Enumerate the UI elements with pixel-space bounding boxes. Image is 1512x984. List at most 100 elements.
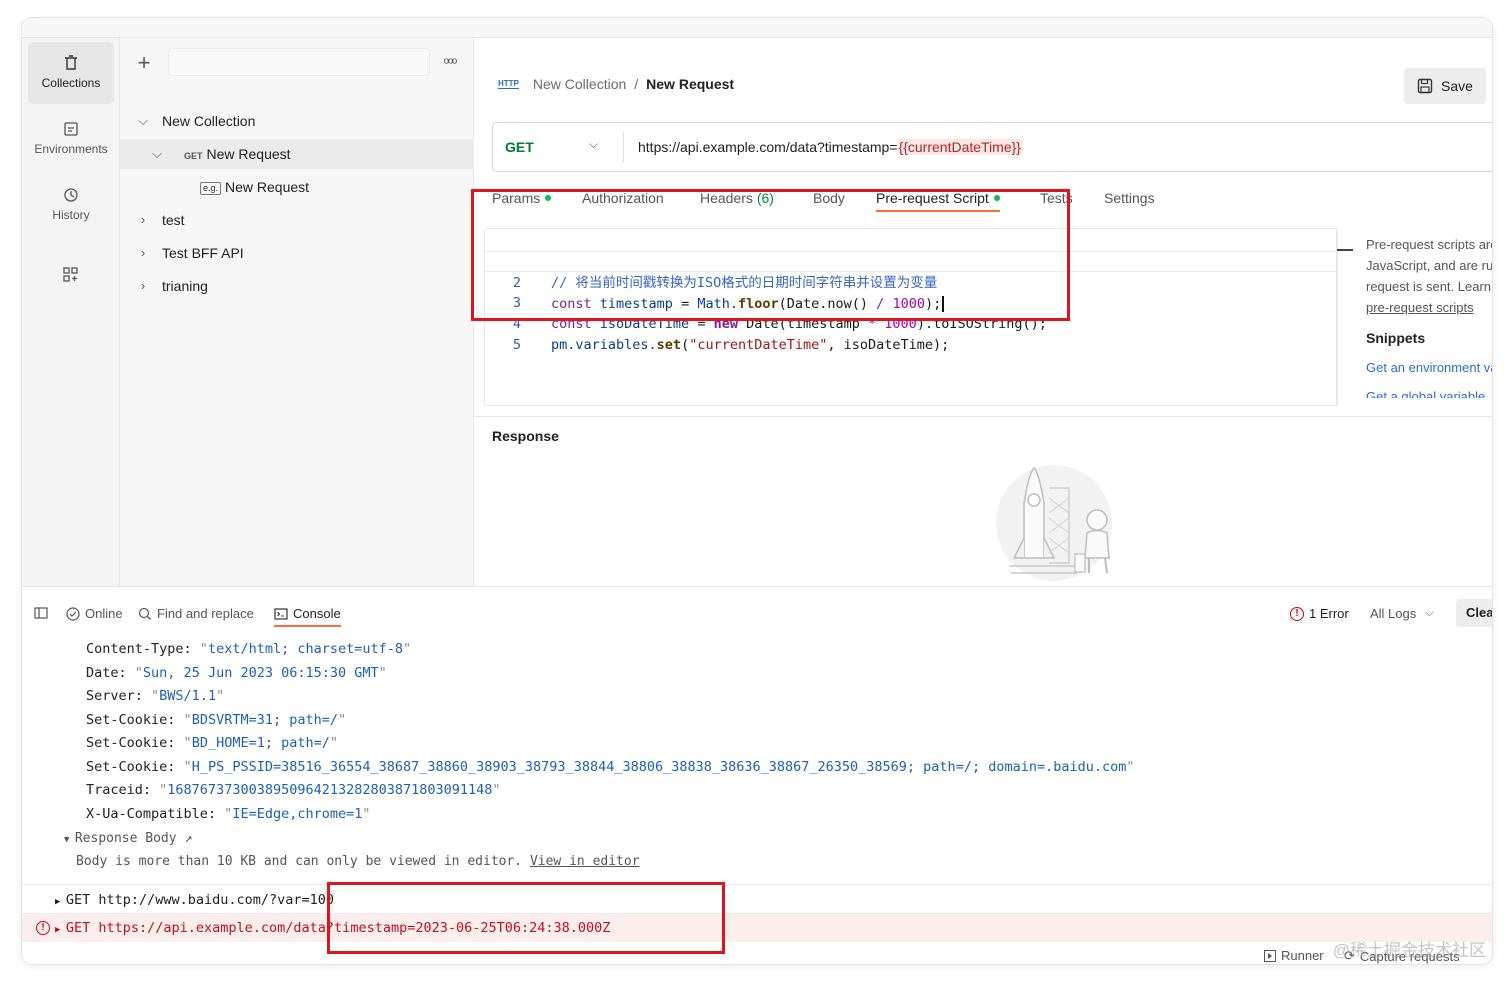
- view-in-editor-link[interactable]: View in editor: [530, 854, 640, 869]
- tree-collection-test-bff-api[interactable]: › Test BFF API: [120, 238, 474, 268]
- triangle-down-icon: ▼: [64, 835, 75, 845]
- response-body-toggle[interactable]: ▼ Response Body ↗: [22, 827, 1492, 850]
- toggle-sidebar-icon[interactable]: [34, 606, 48, 620]
- tree-label: Test BFF API: [162, 245, 244, 261]
- header-value: BDSVRTM=31; path=/: [191, 712, 338, 728]
- clear-button[interactable]: Clear: [1456, 599, 1492, 627]
- log-header-line: Server: "BWS/1.1": [22, 685, 1492, 708]
- external-link-icon: ↗: [184, 831, 193, 846]
- log-header-line: Set-Cookie: "BD_HOME=1; path=/": [22, 732, 1492, 755]
- header-key: Set-Cookie:: [86, 759, 184, 775]
- tree-label: New Request: [225, 179, 310, 195]
- error-count-badge[interactable]: ! 1 Error: [1290, 606, 1349, 621]
- line-number: 5: [512, 337, 522, 353]
- editor-scroll-marker: [1337, 249, 1353, 251]
- tree-label: New Request: [206, 146, 291, 162]
- log-separator: [22, 884, 1492, 885]
- console-label: Console: [293, 606, 341, 621]
- chevron-down-icon: ⌵: [138, 113, 148, 128]
- more-options-icon[interactable]: ººº: [438, 52, 462, 76]
- response-divider[interactable]: [474, 416, 1492, 417]
- rail-collections[interactable]: Collections: [28, 42, 114, 104]
- tree-request-new-request[interactable]: ⌵ GET New Request: [120, 139, 474, 169]
- log-level-label: All Logs: [1370, 606, 1417, 621]
- triangle-right-icon: ▶: [55, 897, 66, 907]
- console-icon: [274, 607, 288, 620]
- url-variable: {{currentDateTime}}: [897, 139, 1022, 155]
- url-input[interactable]: https://api.example.com/data?timestamp={…: [638, 139, 1022, 155]
- save-button[interactable]: Save: [1404, 68, 1486, 104]
- add-icon[interactable]: +: [132, 52, 156, 76]
- collections-sidebar: + ☰ ººº ⌵ New Collection ⌵ GETNew Reques…: [120, 38, 474, 586]
- tab-label: Settings: [1104, 190, 1155, 206]
- log-entry-request[interactable]: ▶ GET http://www.baidu.com/?var=100: [22, 889, 1492, 912]
- error-icon: !: [1290, 606, 1304, 621]
- tab-settings[interactable]: Settings: [1104, 190, 1155, 206]
- breadcrumb-collection[interactable]: New Collection: [533, 76, 626, 92]
- find-replace-label: Find and replace: [157, 606, 254, 621]
- header-key: X-Ua-Compatible:: [86, 806, 225, 822]
- tree-collection-new-collection[interactable]: ⌵ New Collection: [120, 106, 474, 136]
- header-value: Sun, 25 Jun 2023 06:15:30 GMT: [142, 665, 379, 681]
- check-circle-icon: [66, 606, 80, 621]
- url-divider: [623, 131, 624, 163]
- chevron-down-icon: ⌵: [152, 146, 162, 161]
- chevron-right-icon: ›: [140, 278, 146, 293]
- status-bar: Runner ⟳ Capture requests: [22, 946, 1492, 964]
- rail-collections-label: Collections: [41, 76, 101, 90]
- environment-icon: [64, 122, 78, 136]
- help-link[interactable]: pre-request scripts: [1366, 297, 1492, 318]
- chevron-down-icon: ⌵: [1425, 607, 1434, 619]
- method-select[interactable]: GET: [505, 139, 534, 155]
- header-key: Traceid:: [86, 782, 160, 798]
- tree-example-new-request[interactable]: e.g. New Request: [120, 172, 474, 202]
- highlight-box-script: [471, 189, 1070, 321]
- grid-add-icon: [63, 267, 78, 282]
- history-icon: [64, 188, 78, 202]
- snippet-link[interactable]: Get an environment variable: [1366, 357, 1492, 378]
- find-replace-button[interactable]: Find and replace: [138, 606, 254, 621]
- save-label: Save: [1441, 78, 1473, 94]
- url-bar: GET ⌵ https://api.example.com/data?times…: [492, 122, 1492, 172]
- left-rail: Collections Environments History: [22, 38, 120, 586]
- console-toolbar: Online Find and replace Console ! 1 Erro…: [22, 587, 1492, 639]
- sidebar-search-input[interactable]: [168, 48, 430, 76]
- rail-configure[interactable]: [28, 260, 114, 322]
- url-prefix: https://api.example.com/data?timestamp=: [638, 139, 898, 155]
- online-status[interactable]: Online: [66, 606, 123, 621]
- body-note-line: Body is more than 10 KB and can only be …: [22, 850, 1492, 873]
- response-body-label: Response Body: [74, 831, 177, 846]
- breadcrumb-request[interactable]: New Request: [646, 76, 734, 92]
- tree-collection-test[interactable]: › test: [120, 205, 474, 235]
- header-key: Set-Cookie:: [86, 712, 184, 728]
- breadcrumb-separator: /: [634, 76, 639, 92]
- rail-environments[interactable]: Environments: [28, 108, 114, 170]
- window-tab-strip: [22, 18, 1492, 38]
- tree-collection-trianing[interactable]: › trianing: [120, 271, 474, 301]
- header-value: BWS/1.1: [159, 688, 217, 704]
- log-header-line: Date: "Sun, 25 Jun 2023 06:15:30 GMT": [22, 662, 1492, 685]
- rail-history[interactable]: History: [28, 174, 114, 236]
- breadcrumb: HTTP New Collection / New Request: [498, 76, 734, 92]
- runner-button[interactable]: Runner: [1264, 948, 1324, 963]
- snippet-link[interactable]: Get a global variable: [1366, 386, 1492, 398]
- runner-label: Runner: [1281, 948, 1324, 963]
- header-value: 1687673730038950964213282803871803091148: [167, 782, 493, 798]
- chevron-down-icon[interactable]: ⌵: [589, 137, 598, 152]
- header-key: Content-Type:: [86, 641, 200, 657]
- header-value: IE=Edge,chrome=1: [232, 806, 363, 822]
- script-help-panel: Pre-request scripts are JavaScript, and …: [1366, 234, 1492, 398]
- app-window: Collections Environments History + ☰ ººº…: [22, 18, 1492, 964]
- trash-collections-icon: [65, 55, 77, 70]
- http-icon: HTTP: [498, 79, 519, 89]
- header-key: Date:: [86, 665, 135, 681]
- code-text: , isoDateTime);: [827, 337, 950, 353]
- log-level-select[interactable]: All Logs ⌵: [1370, 606, 1434, 621]
- example-icon: e.g.: [200, 182, 222, 195]
- header-value: H_PS_PSSID=38516_36554_38687_38860_38903…: [191, 759, 1127, 775]
- editor-side-divider[interactable]: [1336, 228, 1337, 406]
- help-text: JavaScript, and are run: [1366, 258, 1492, 273]
- console-tab[interactable]: Console: [274, 606, 341, 627]
- chevron-right-icon: ›: [140, 212, 146, 227]
- log-entry-error[interactable]: ! ▶ GET https://api.example.com/data?time…: [22, 917, 1492, 940]
